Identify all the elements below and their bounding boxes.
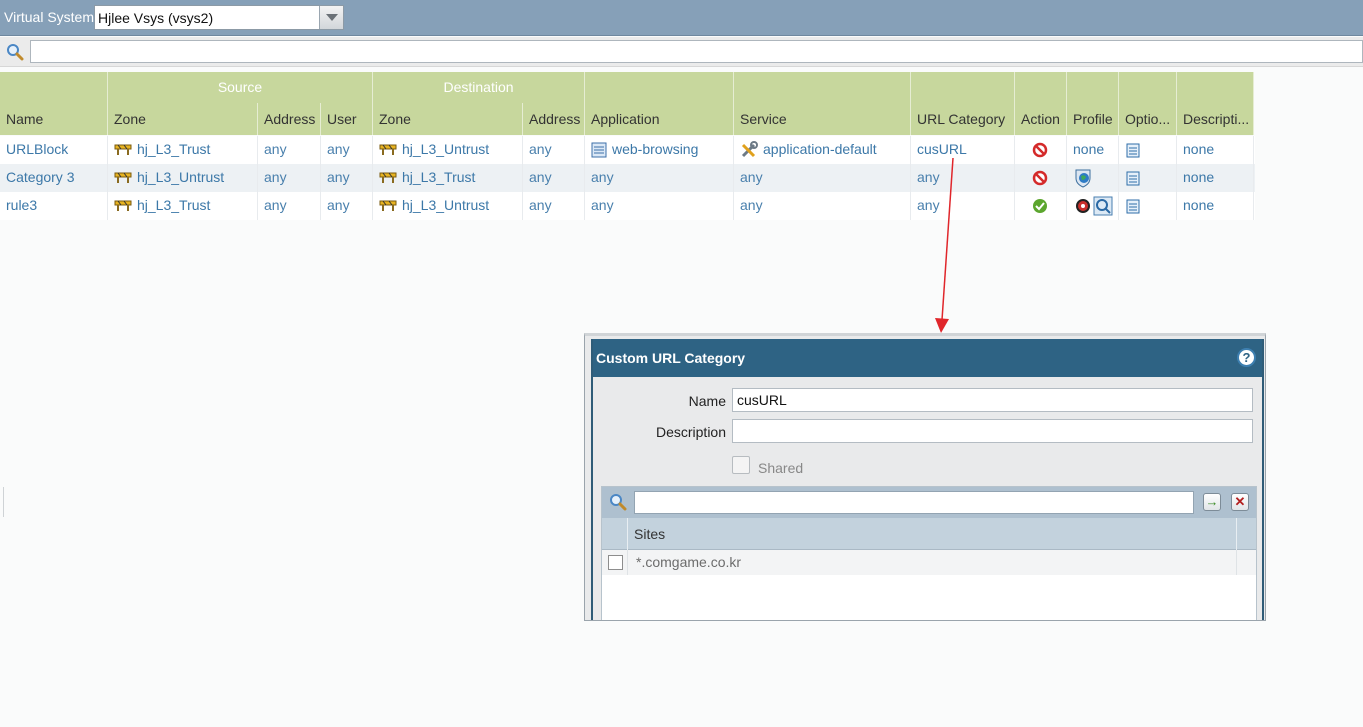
dialog-title: Custom URL Category ?: [593, 339, 1262, 377]
apply-filter-icon[interactable]: →: [1203, 493, 1221, 511]
help-icon[interactable]: ?: [1237, 348, 1256, 367]
description-field[interactable]: [732, 419, 1253, 443]
name-label: Name: [688, 393, 726, 409]
sites-search-input[interactable]: [634, 491, 1194, 514]
shared-checkbox[interactable]: [732, 456, 750, 474]
sites-table-header: Sites: [602, 518, 1256, 550]
search-icon: [610, 494, 627, 511]
description-label: Description: [655, 424, 726, 440]
custom-url-category-dialog: Custom URL Category ? Name cusURL Descri…: [584, 333, 1266, 621]
site-checkbox[interactable]: [608, 555, 623, 570]
sites-panel: → ✕ Sites *.comgame.co.kr: [601, 486, 1257, 620]
site-entry[interactable]: *.comgame.co.kr: [636, 554, 741, 570]
dialog-title-text: Custom URL Category: [596, 350, 746, 366]
list-item[interactable]: *.comgame.co.kr: [602, 550, 1256, 575]
select-all-column[interactable]: [602, 518, 628, 550]
sites-column-header[interactable]: Sites: [634, 526, 665, 542]
sites-search-bar: → ✕: [602, 487, 1256, 518]
clear-filter-icon[interactable]: ✕: [1231, 493, 1249, 511]
name-field[interactable]: cusURL: [732, 388, 1253, 412]
shared-label: Shared: [758, 460, 804, 476]
